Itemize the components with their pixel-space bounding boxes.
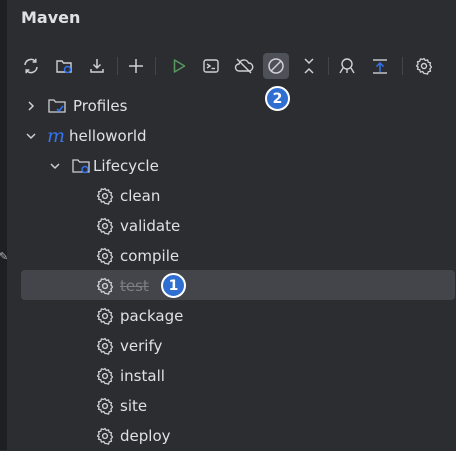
skip-tests-toggle[interactable] — [263, 53, 289, 79]
gear-icon — [96, 367, 114, 385]
toolbar-separator — [328, 57, 329, 75]
skip-tests-icon — [268, 58, 284, 74]
phase-label: package — [120, 307, 184, 325]
settings-icon — [415, 57, 433, 75]
tool-window-title: Maven — [21, 8, 81, 27]
reload-icon — [24, 58, 38, 74]
phase-label: verify — [120, 337, 163, 355]
add-button[interactable] — [123, 53, 149, 79]
chevron-down-icon[interactable] — [24, 129, 38, 143]
reload-button[interactable] — [18, 53, 44, 79]
dependency-analyzer-button[interactable] — [334, 53, 360, 79]
phase-package[interactable]: package — [96, 301, 183, 331]
toolbar-separator — [117, 57, 118, 75]
phase-label: install — [120, 367, 165, 385]
phase-label: compile — [120, 247, 180, 265]
show-effective-pom-button[interactable] — [367, 53, 393, 79]
execute-goal-button[interactable] — [198, 53, 224, 79]
phase-verify[interactable]: verify — [96, 331, 162, 361]
phase-deploy[interactable]: deploy — [96, 421, 171, 451]
phase-test[interactable]: test — [96, 271, 149, 301]
generate-sources-button[interactable] — [51, 53, 77, 79]
tree-node-label: Profiles — [73, 97, 128, 115]
tree-node-label: helloworld — [69, 127, 147, 145]
gear-icon — [96, 217, 114, 235]
maven-project-icon: m — [47, 125, 66, 147]
tree-node-profiles[interactable]: Profiles — [24, 91, 127, 121]
phase-clean[interactable]: clean — [96, 181, 160, 211]
dependency-analyzer-icon — [339, 58, 355, 74]
selection-highlight — [21, 270, 455, 300]
callout-badge-2: 2 — [265, 86, 290, 111]
phase-label: site — [120, 397, 148, 415]
phase-install[interactable]: install — [96, 361, 165, 391]
gear-icon — [96, 187, 114, 205]
run-icon — [173, 59, 186, 73]
phase-label: validate — [120, 217, 181, 235]
show-effective-pom-icon — [373, 59, 387, 74]
tree-node-lifecycle[interactable]: Lifecycle — [48, 151, 159, 181]
collapse-icon — [304, 58, 314, 74]
gear-icon — [96, 397, 114, 415]
profiles-folder-icon — [48, 99, 66, 113]
download-button[interactable] — [84, 53, 110, 79]
run-button[interactable] — [166, 53, 192, 79]
execute-goal-icon — [203, 59, 219, 73]
toolbar-separator — [402, 57, 403, 75]
add-icon — [129, 59, 143, 73]
phase-label: clean — [120, 187, 161, 205]
gear-icon — [96, 337, 114, 355]
gear-icon — [96, 247, 114, 265]
collapse-all-button[interactable] — [296, 53, 322, 79]
callout-badge-1: 1 — [161, 273, 186, 298]
phase-compile[interactable]: compile — [96, 241, 179, 271]
phase-site[interactable]: site — [96, 391, 147, 421]
maven-toolbar — [0, 48, 456, 84]
chevron-down-icon[interactable] — [48, 159, 62, 173]
download-icon — [90, 59, 104, 73]
toolbar-separator — [155, 57, 156, 75]
phase-label-skipped: test — [120, 277, 149, 295]
phase-label: deploy — [120, 427, 171, 445]
lifecycle-folder-icon — [72, 159, 90, 174]
settings-button[interactable] — [411, 53, 437, 79]
tree-node-project[interactable]: m helloworld — [24, 121, 147, 151]
gear-icon — [96, 307, 114, 325]
edge-glyph: ✎ — [0, 250, 9, 263]
generate-sources-icon — [56, 60, 72, 74]
phase-validate[interactable]: validate — [96, 211, 180, 241]
chevron-right-icon[interactable] — [24, 99, 38, 113]
gear-icon — [96, 427, 114, 445]
gear-icon — [96, 277, 114, 295]
offline-mode-button[interactable] — [231, 53, 257, 79]
tree-node-label: Lifecycle — [93, 157, 159, 175]
offline-mode-icon — [234, 58, 254, 74]
